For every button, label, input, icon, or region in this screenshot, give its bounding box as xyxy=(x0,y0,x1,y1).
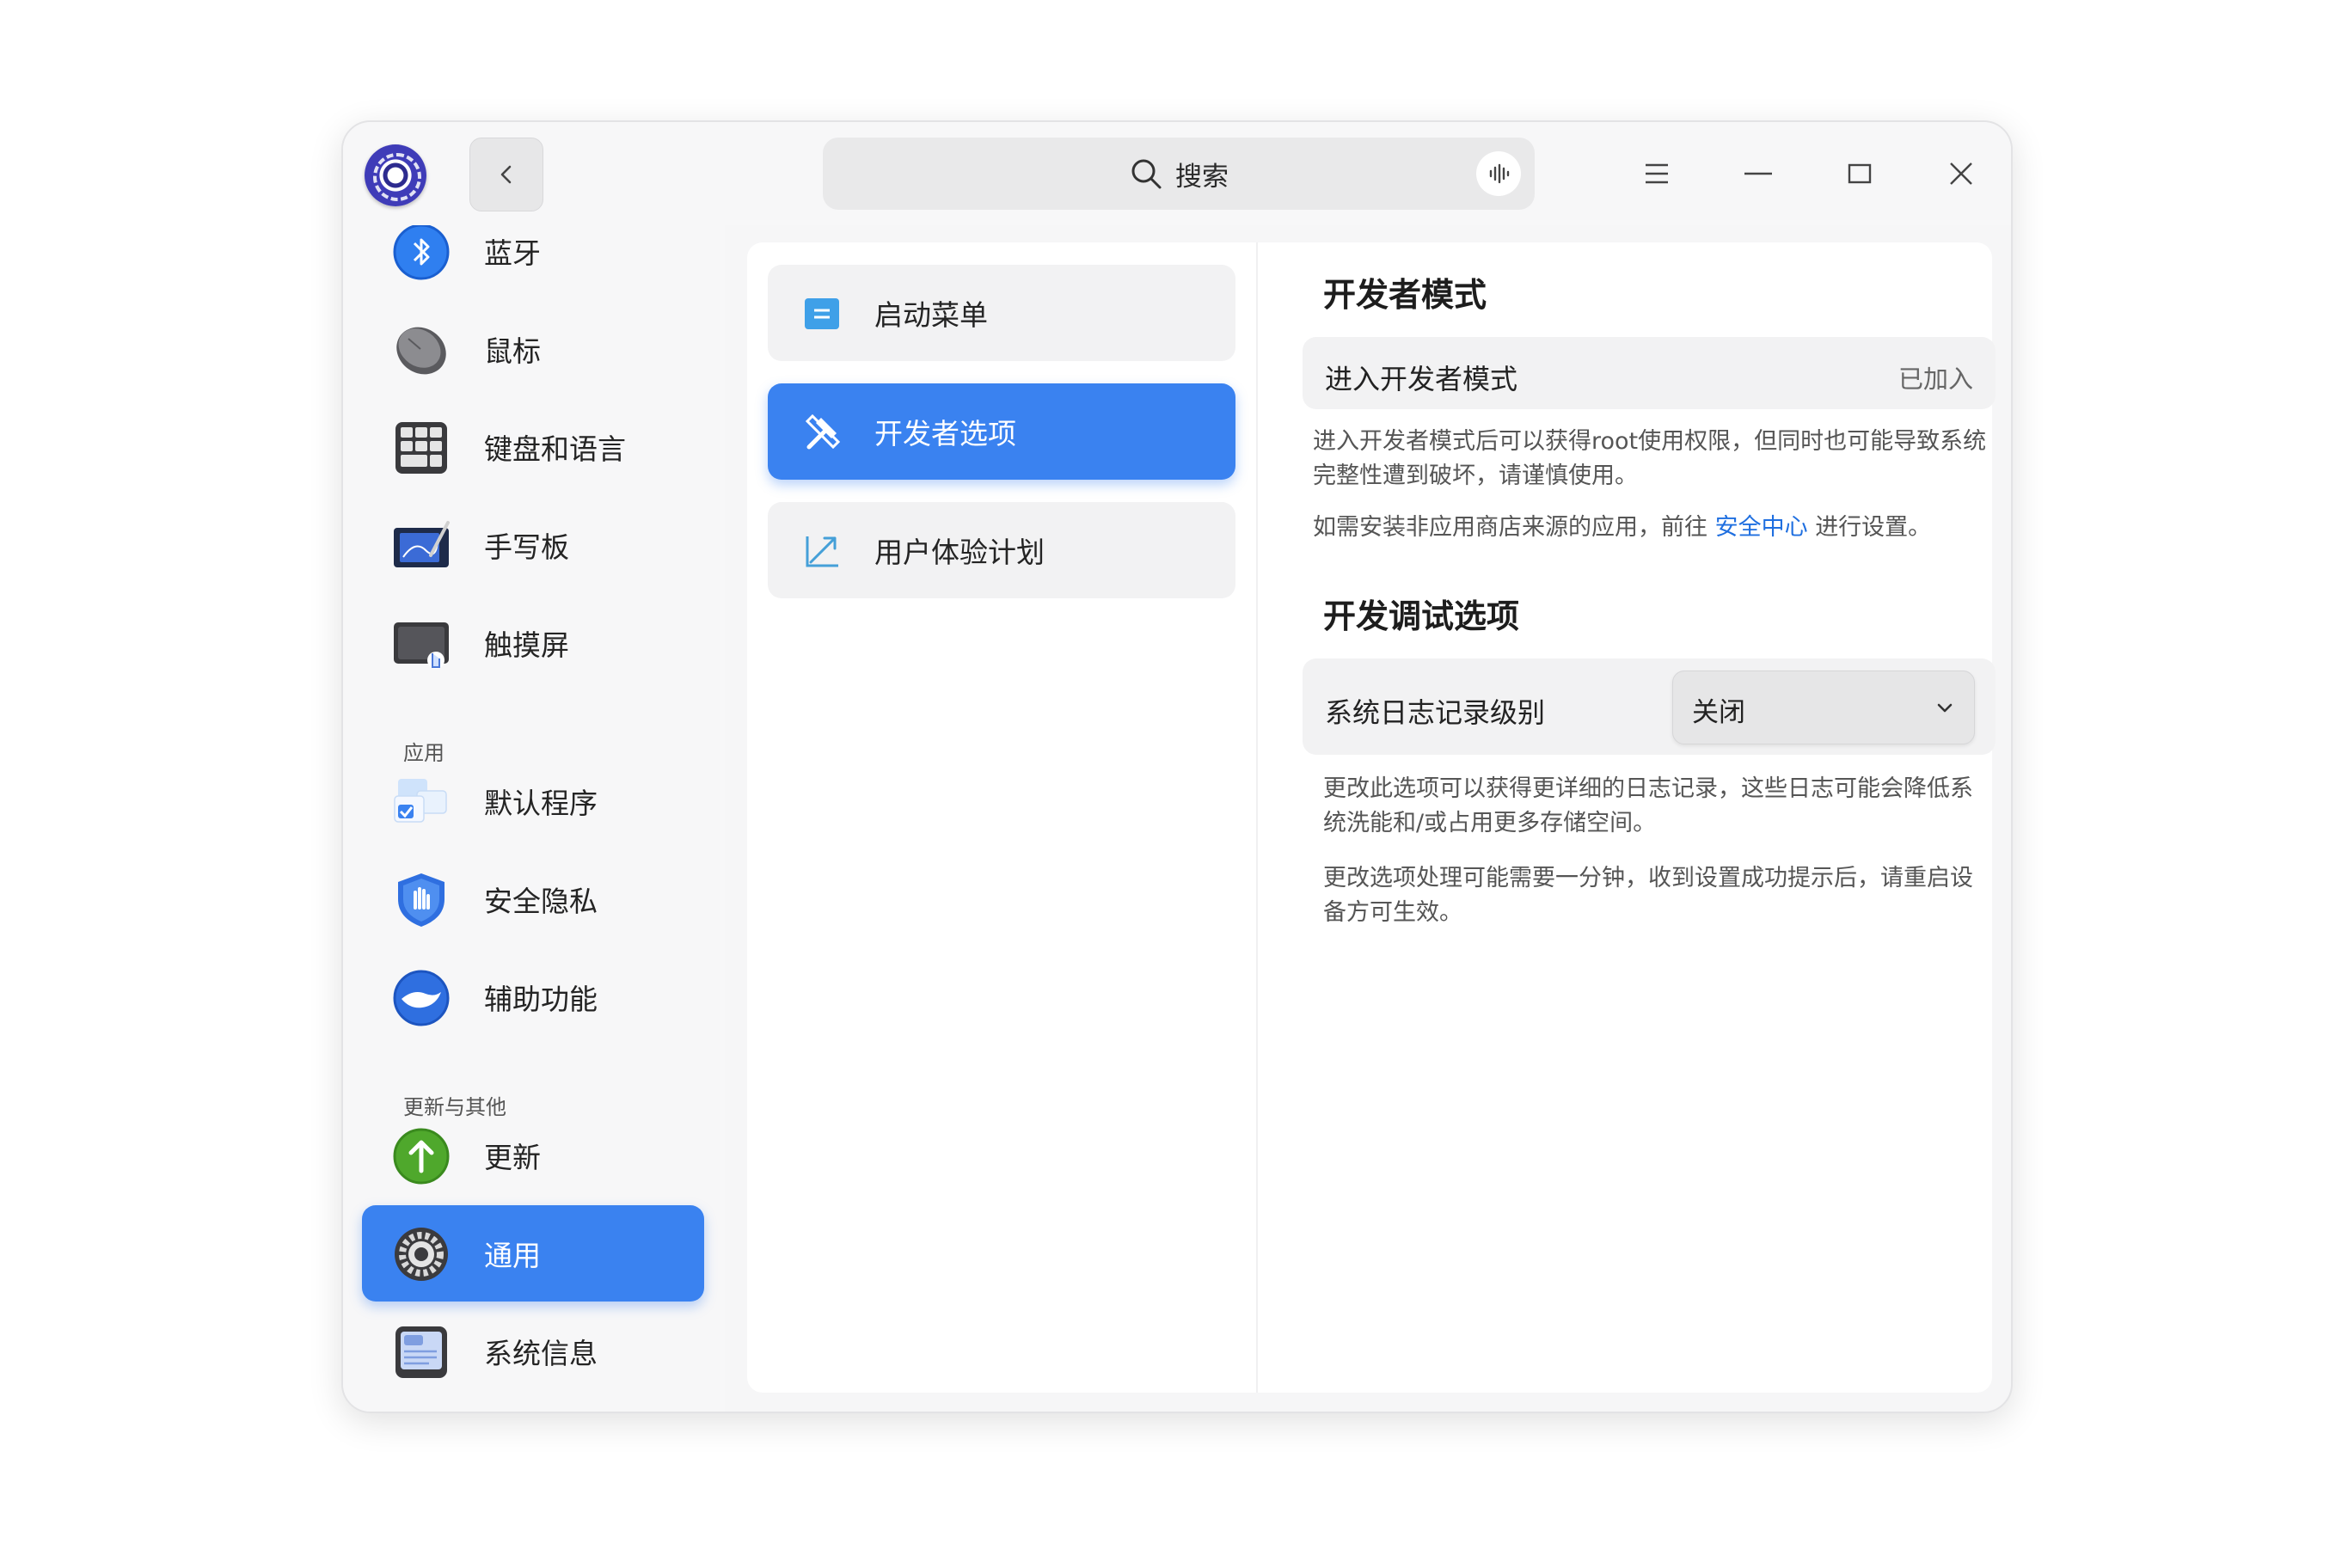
search-icon xyxy=(1131,159,1162,189)
developer-mode-label: 进入开发者模式 xyxy=(1325,363,1518,395)
voice-icon xyxy=(1489,163,1510,184)
sidebar-item-update[interactable]: 更新 xyxy=(362,1107,704,1204)
chevron-down-icon xyxy=(1937,703,1953,713)
maximize-button[interactable] xyxy=(1834,148,1885,199)
log-level-row: 系统日志记录级别 关闭 xyxy=(1303,658,1996,755)
nav-item-label: 启动菜单 xyxy=(874,298,988,332)
sidebar-item-tablet[interactable]: 手写板 xyxy=(362,497,704,593)
sidebar-item-label: 辅助功能 xyxy=(484,983,598,1016)
settings-window: 搜索 蓝牙 鼠标 键盘和语言 手写板 触摸屏 应用 默认程序 安全隐私 辅助功能… xyxy=(341,120,2013,1413)
developer-mode-status: 已加入 xyxy=(1898,364,1973,394)
search-input[interactable]: 搜索 xyxy=(823,138,1535,210)
main-panel: 启动菜单 开发者选项 用户体验计划 开发者模式 进入开发者模式 已加入 进入开发… xyxy=(747,242,1996,1393)
sidebar-item-mouse[interactable]: 鼠标 xyxy=(362,301,704,397)
log-level-description-2: 更改选项处理可能需要一分钟，收到设置成功提示后，请重启设备方可生效。 xyxy=(1323,865,1973,926)
log-level-select[interactable]: 关闭 xyxy=(1672,671,1975,744)
sidebar-item-label: 默认程序 xyxy=(484,787,598,820)
minimize-icon xyxy=(1744,172,1772,175)
bluetooth-icon xyxy=(393,225,450,280)
update-arrow-icon xyxy=(393,1128,450,1185)
menu-button[interactable] xyxy=(1631,148,1683,199)
sidebar-item-label: 通用 xyxy=(484,1239,541,1272)
voice-search-button[interactable] xyxy=(1476,151,1521,196)
close-icon xyxy=(1950,162,1972,185)
sidebar-item-label: 系统信息 xyxy=(484,1337,598,1370)
touchscreen-icon xyxy=(394,622,449,669)
maximize-icon xyxy=(1848,163,1872,184)
sidebar-item-accessibility[interactable]: 辅助功能 xyxy=(362,949,704,1045)
sidebar-item-label: 触摸屏 xyxy=(484,628,569,662)
developer-mode-row[interactable]: 进入开发者模式 已加入 xyxy=(1303,337,1996,409)
sidebar: 蓝牙 鼠标 键盘和语言 手写板 触摸屏 应用 默认程序 安全隐私 辅助功能 更新… xyxy=(343,225,725,1412)
back-button[interactable] xyxy=(469,138,543,211)
sidebar-item-touchscreen[interactable]: 触摸屏 xyxy=(362,595,704,691)
sidebar-item-label: 更新 xyxy=(484,1141,541,1174)
menu-icon xyxy=(1646,163,1668,184)
sidebar-item-default-apps[interactable]: 默认程序 xyxy=(362,753,704,849)
tablet-icon xyxy=(394,521,450,567)
install-description: 如需安装非应用商店来源的应用，前往 安全中心 进行设置。 xyxy=(1313,511,1992,545)
nav-item-boot-menu[interactable]: 启动菜单 xyxy=(768,265,1235,361)
boot-menu-icon xyxy=(805,298,839,329)
general-gear-icon xyxy=(395,1228,448,1281)
developer-tools-icon xyxy=(805,413,841,450)
title-bar: 搜索 xyxy=(343,122,2011,225)
sidebar-item-keyboard[interactable]: 键盘和语言 xyxy=(362,399,704,495)
app-logo xyxy=(365,144,426,206)
content-area: 开发者模式 进入开发者模式 已加入 进入开发者模式后可以获得root使用权限，但… xyxy=(1280,242,1996,1393)
mouse-icon xyxy=(396,327,446,375)
accessibility-icon xyxy=(393,970,450,1026)
sidebar-item-label: 蓝牙 xyxy=(484,236,541,270)
install-description-suffix: 进行设置。 xyxy=(1815,514,1932,541)
search-placeholder: 搜索 xyxy=(1175,161,1229,193)
sidebar-item-bluetooth[interactable]: 蓝牙 xyxy=(362,225,704,299)
sidebar-item-label: 手写板 xyxy=(484,530,569,564)
sidebar-item-general[interactable]: 通用 xyxy=(362,1205,704,1302)
security-center-link[interactable]: 安全中心 xyxy=(1715,514,1808,541)
section-title-debug-options: 开发调试选项 xyxy=(1323,597,1520,635)
developer-mode-description: 进入开发者模式后可以获得root使用权限，但同时也可能导致系统完整性遭到破坏，请… xyxy=(1313,428,1987,489)
nav-item-label: 用户体验计划 xyxy=(874,536,1045,569)
security-shield-icon xyxy=(398,873,444,927)
panel-divider xyxy=(1256,242,1258,1393)
sidebar-item-label: 键盘和语言 xyxy=(484,432,626,466)
section-title-developer-mode: 开发者模式 xyxy=(1323,276,1487,314)
sidebar-item-label: 安全隐私 xyxy=(484,885,598,918)
sidebar-item-system-info[interactable]: 系统信息 xyxy=(362,1303,704,1400)
nav-item-label: 开发者选项 xyxy=(874,417,1016,450)
nav-item-developer-options[interactable]: 开发者选项 xyxy=(768,383,1235,480)
close-button[interactable] xyxy=(1935,148,1987,199)
keyboard-icon xyxy=(395,422,447,474)
sidebar-item-label: 鼠标 xyxy=(484,334,541,368)
log-level-label: 系统日志记录级别 xyxy=(1325,696,1546,729)
log-level-value: 关闭 xyxy=(1692,697,1745,728)
back-icon xyxy=(500,165,512,184)
install-description-text: 如需安装非应用商店来源的应用，前往 xyxy=(1313,514,1707,541)
minimize-button[interactable] xyxy=(1732,148,1784,199)
log-level-description-1: 更改此选项可以获得更详细的日志记录，这些日志可能会降低系统洗能和/或占用更多存储… xyxy=(1323,775,1973,836)
nav-item-user-experience[interactable]: 用户体验计划 xyxy=(768,502,1235,598)
sidebar-item-security[interactable]: 安全隐私 xyxy=(362,851,704,947)
user-experience-icon xyxy=(806,536,838,567)
default-apps-icon xyxy=(394,779,447,823)
system-info-icon xyxy=(395,1326,447,1378)
